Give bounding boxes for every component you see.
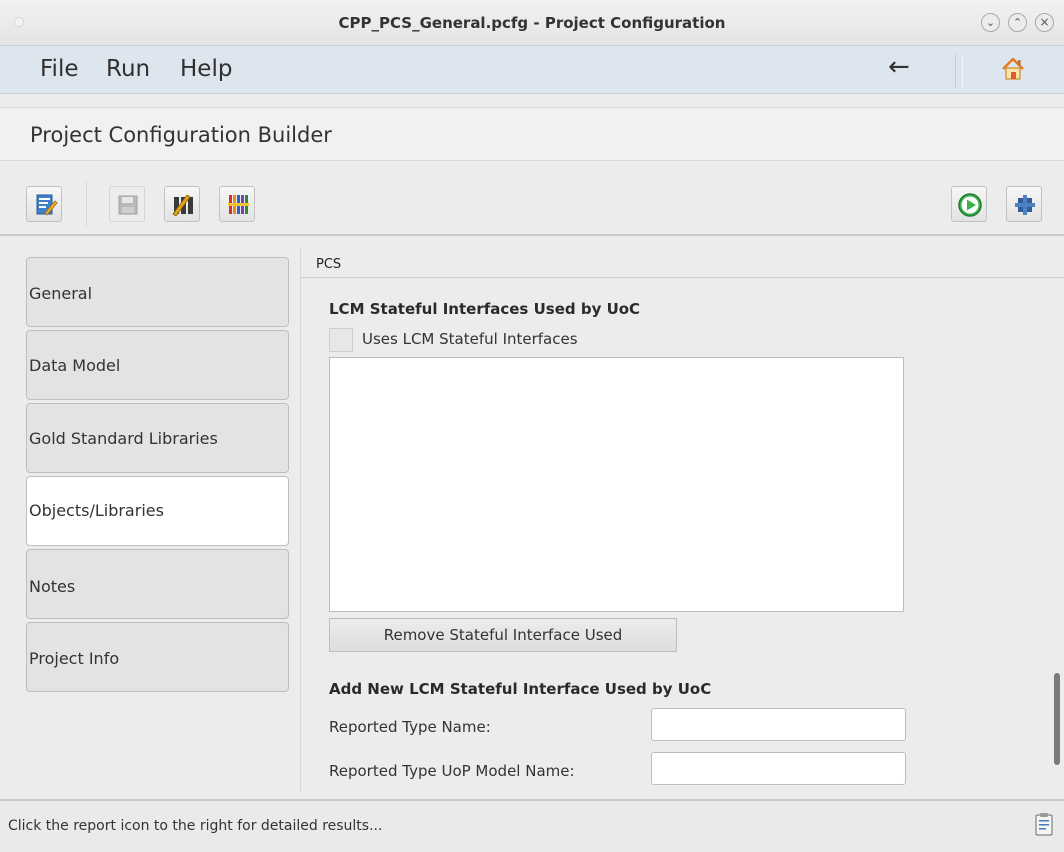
menu-file[interactable]: File [40,56,79,82]
home-icon[interactable] [1000,56,1026,82]
sidebar-item-label: General [29,284,93,303]
settings-button[interactable] [1006,186,1042,222]
sidebar-item-label: Project Info [29,649,120,668]
report-icon[interactable] [1034,811,1054,837]
edit-config-icon [36,194,58,216]
edit-config-button[interactable] [26,186,62,222]
sidebar-item-project-info[interactable]: Project Info [26,622,289,692]
title-bar: CPP_PCS_General.pcfg - Project Configura… [0,0,1064,46]
settings-icon [1015,195,1035,215]
close-icon[interactable]: × [1035,13,1054,32]
validate-icon [172,194,193,217]
save-button[interactable] [109,186,145,222]
reported-type-uop-model-name-field[interactable] [651,752,906,785]
main-panel: PCS LCM Stateful Interfaces Used by UoC … [300,248,1064,792]
builder-title: Project Configuration Builder [30,123,332,147]
sidebar-item-general[interactable]: General [26,257,289,327]
sidebar-item-notes[interactable]: Notes [26,549,289,619]
window-title: CPP_PCS_General.pcfg - Project Configura… [338,14,726,32]
menu-divider [955,54,956,88]
builder-header: Project Configuration Builder [0,107,1064,161]
menu-divider [962,54,963,88]
remove-stateful-interface-button[interactable]: Remove Stateful Interface Used [329,618,677,652]
sidebar-item-objects-libraries[interactable]: Objects/Libraries [26,476,289,546]
sidebar-item-label: Data Model [29,356,121,375]
minimize-icon[interactable]: ⌄ [981,13,1000,32]
run-icon [958,193,982,217]
status-text: Click the report icon to the right for d… [8,818,383,834]
menu-bar: File Run Help ← [0,46,1064,94]
toolbar [0,176,1064,236]
back-arrow-icon[interactable]: ← [888,52,910,82]
sidebar-item-label: Gold Standard Libraries [29,429,218,448]
library-icon [228,195,249,214]
run-button[interactable] [951,186,987,222]
toolbar-divider [86,182,87,226]
scrollbar-thumb[interactable] [1054,673,1060,765]
reported-type-name-label: Reported Type Name: [329,718,491,736]
reported-type-name-field[interactable] [651,708,906,741]
menu-run[interactable]: Run [106,56,150,82]
uses-lcm-checkbox[interactable] [329,328,353,352]
sidebar-item-data-model[interactable]: Data Model [26,330,289,400]
library-button[interactable] [219,186,255,222]
section-title: LCM Stateful Interfaces Used by UoC [329,300,641,318]
sidebar-item-gold-standard-libraries[interactable]: Gold Standard Libraries [26,403,289,473]
checkbox-label: Uses LCM Stateful Interfaces [362,330,578,348]
maximize-icon[interactable]: ⌃ [1008,13,1027,32]
sidebar-item-label: Objects/Libraries [29,501,164,520]
save-icon [118,195,138,215]
status-bar: Click the report icon to the right for d… [0,799,1064,852]
tab-label: PCS [316,257,342,272]
menu-help[interactable]: Help [180,56,232,82]
stateful-interfaces-list[interactable] [329,357,904,612]
add-section-title: Add New LCM Stateful Interface Used by U… [329,680,712,698]
validate-button[interactable] [164,186,200,222]
tab-pcs[interactable]: PCS [301,248,1064,278]
reported-type-uop-model-name-label: Reported Type UoP Model Name: [329,762,575,780]
sidebar-item-label: Notes [29,577,76,596]
